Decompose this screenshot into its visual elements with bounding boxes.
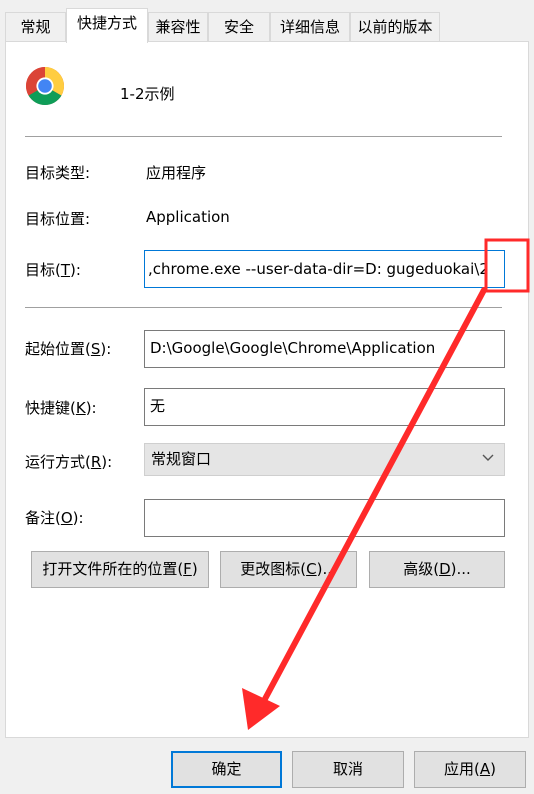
start-in-input[interactable]: D:\Google\Google\Chrome\Application (144, 330, 505, 368)
run-label: 运行方式(R): (25, 453, 113, 471)
shortcut-name: 1-2示例 (120, 85, 175, 103)
apply-button[interactable]: 应用(A) (414, 751, 526, 788)
tab-previous-versions[interactable]: 以前的版本 (350, 12, 440, 42)
start-in-label: 起始位置(S): (25, 340, 112, 358)
target-location-label: 目标位置: (25, 210, 91, 228)
target-location-value: Application (146, 208, 230, 226)
separator-middle (25, 307, 502, 308)
separator-top (25, 136, 502, 137)
tab-general[interactable]: 常规 (5, 12, 66, 42)
chevron-down-icon (482, 454, 494, 461)
run-select[interactable]: 常规窗口 (144, 443, 505, 476)
target-type-label: 目标类型: (25, 164, 91, 182)
chrome-icon (26, 67, 64, 105)
tab-security[interactable]: 安全 (208, 12, 270, 42)
comment-label: 备注(O): (25, 509, 84, 527)
target-input[interactable]: ,chrome.exe --user-data-dir=D: gugeduoka… (144, 250, 505, 288)
hotkey-label: 快捷键(K): (25, 399, 97, 417)
run-select-value: 常规窗口 (151, 450, 212, 468)
ok-button[interactable]: 确定 (171, 751, 282, 788)
advanced-button[interactable]: 高级(D)... (369, 551, 505, 588)
tab-compatibility[interactable]: 兼容性 (148, 12, 208, 42)
change-icon-button[interactable]: 更改图标(C)... (220, 551, 357, 588)
comment-input[interactable] (144, 499, 505, 537)
tab-shortcut[interactable]: 快捷方式 (66, 8, 148, 43)
target-type-value: 应用程序 (146, 164, 207, 182)
tab-details[interactable]: 详细信息 (270, 12, 350, 42)
open-file-location-button[interactable]: 打开文件所在的位置(F) (31, 551, 209, 588)
cancel-button[interactable]: 取消 (292, 751, 404, 788)
hotkey-input[interactable]: 无 (144, 388, 505, 426)
target-label: 目标(T): (25, 261, 81, 279)
